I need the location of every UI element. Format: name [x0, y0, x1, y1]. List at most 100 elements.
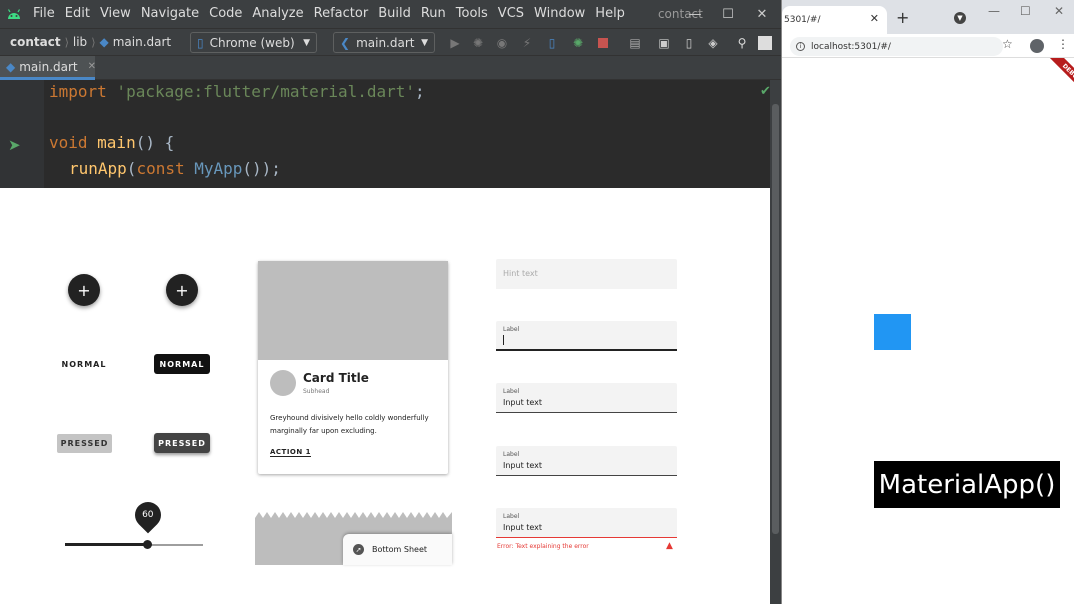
text-field-filled[interactable]: Label Input text [496, 446, 677, 476]
maximize-icon[interactable]: ☐ [711, 0, 745, 28]
maximize-icon[interactable]: ☐ [1020, 4, 1031, 18]
string-literal: 'package:flutter/material.dart' [106, 82, 416, 101]
debug-icon[interactable]: ✺ [469, 34, 487, 52]
hot-reload-icon[interactable]: ⚡ [518, 34, 536, 52]
bottom-sheet[interactable]: ➚ Bottom Sheet [343, 534, 452, 565]
field-label: Label [503, 513, 520, 520]
avatar [270, 370, 296, 396]
gutter [0, 80, 44, 188]
text-button-normal[interactable]: NORMAL [54, 354, 114, 374]
error-text: Error: Text explaining the error [497, 543, 589, 550]
device-selector-label: Chrome (web) [209, 35, 295, 50]
close-tab-icon[interactable]: ✕ [88, 61, 96, 72]
new-tab-icon[interactable]: + [896, 8, 909, 27]
info-icon[interactable]: i [796, 42, 805, 51]
menu-help[interactable]: Help [590, 0, 630, 28]
bookmark-star-icon[interactable]: ☆ [1002, 37, 1013, 51]
run-gutter-icon[interactable]: ➤ [8, 136, 21, 154]
terminal-icon[interactable]: ▣ [655, 34, 673, 52]
text-field-focused[interactable]: Label [496, 321, 677, 351]
menu-code[interactable]: Code [204, 0, 247, 28]
avd-icon[interactable]: ▯ [680, 34, 698, 52]
code-line-main: void main() { [49, 133, 174, 152]
menu-navigate[interactable]: Navigate [136, 0, 204, 28]
url-field[interactable]: i localhost:5301/#/ [790, 37, 1003, 56]
browser-tab[interactable]: 5301/#/ ✕ [782, 6, 887, 34]
breadcrumb-lib[interactable]: lib [69, 35, 91, 49]
dropdown-arrow-icon: ▼ [303, 37, 310, 48]
run-config-selector[interactable]: ❮ main.dart ▼ [333, 32, 435, 53]
address-bar: i localhost:5301/#/ ☆ ⋮ [782, 34, 1074, 58]
tab-label: main.dart [19, 59, 78, 74]
field-value: Input text [503, 523, 543, 532]
menu-analyze[interactable]: Analyze [247, 0, 308, 28]
attach-debugger-icon[interactable]: ✺ [569, 34, 587, 52]
contained-button-pressed[interactable]: PRESSED [154, 433, 210, 453]
close-tab-icon[interactable]: ✕ [870, 12, 879, 25]
profile-avatar-icon[interactable] [1030, 39, 1044, 53]
minimize-icon[interactable]: — [678, 0, 712, 28]
device-manager-icon[interactable]: ▯ [543, 34, 561, 52]
fab-button[interactable]: + [68, 274, 100, 306]
function-name: runApp [69, 159, 127, 178]
tab-search-icon[interactable]: ▼ [954, 12, 966, 24]
slider-value-label: 60 [142, 510, 154, 520]
material-app-label: MaterialApp() [874, 461, 1060, 508]
url-text: localhost:5301/#/ [811, 41, 891, 52]
text-field-input[interactable]: Label Input text [496, 383, 677, 413]
navigation-bar: contact ⟩ lib ⟩ ◆ main.dart ▯ Chrome (we… [0, 28, 781, 56]
menu-build[interactable]: Build [373, 0, 416, 28]
field-underline [496, 412, 677, 413]
keyword: const [136, 159, 185, 178]
code-line-import: import 'package:flutter/material.dart'; [49, 82, 425, 101]
fab-button-pressed[interactable]: + [166, 274, 198, 306]
editor-scrollbar[interactable] [770, 80, 781, 604]
menu-view[interactable]: View [95, 0, 136, 28]
device-selector[interactable]: ▯ Chrome (web) ▼ [190, 32, 317, 53]
menu-window[interactable]: Window [529, 0, 590, 28]
scrollbar-thumb[interactable] [772, 104, 779, 534]
browser-tab-strip: 5301/#/ ✕ + ▼ — ☐ ✕ [782, 0, 1074, 34]
browser-window: 5301/#/ ✕ + ▼ — ☐ ✕ i localhost:5301/#/ … [781, 0, 1074, 604]
blue-square [874, 314, 911, 350]
field-label: Label [503, 451, 520, 458]
slider-fill [65, 543, 148, 546]
menu-refactor[interactable]: Refactor [309, 0, 374, 28]
close-icon[interactable]: ✕ [1054, 4, 1064, 18]
menu-run[interactable]: Run [416, 0, 451, 28]
search-icon[interactable]: ⚲ [733, 34, 751, 52]
text-button-pressed[interactable]: PRESSED [57, 434, 112, 453]
contained-button-normal[interactable]: NORMAL [154, 354, 210, 374]
menu-bar: File Edit View Navigate Code Analyze Ref… [0, 0, 781, 28]
menu-tools[interactable]: Tools [451, 0, 493, 28]
field-label: Label [503, 388, 520, 395]
breadcrumb-file[interactable]: ◆ main.dart [95, 35, 175, 49]
minimize-icon[interactable]: — [988, 4, 1000, 18]
profile-icon[interactable]: ◉ [493, 34, 511, 52]
material-components-preview: + + NORMAL NORMAL PRESSED PRESSED 60 Car… [0, 188, 770, 604]
text-field-hint[interactable]: Hint text [496, 259, 677, 289]
card-body: Greyhound divisively hello coldly wonder… [270, 414, 429, 435]
tab-main-dart[interactable]: ◆ main.dart ✕ [0, 56, 96, 80]
menu-vcs[interactable]: VCS [493, 0, 529, 28]
dart-file-icon: ◆ [6, 59, 16, 74]
slider-thumb[interactable] [143, 540, 153, 549]
run-icon[interactable]: ▶ [446, 34, 464, 52]
account-icon[interactable] [756, 34, 774, 52]
kebab-menu-icon[interactable]: ⋮ [1057, 37, 1069, 51]
card-title: Card Title [303, 371, 369, 385]
breadcrumb-file-label: main.dart [112, 35, 172, 49]
warning-icon: ▲ [666, 541, 673, 551]
android-studio-icon [0, 0, 28, 28]
breadcrumb-project[interactable]: contact [0, 35, 65, 49]
menu-file[interactable]: File [28, 0, 60, 28]
text-field-error[interactable]: Label Input text [496, 508, 677, 538]
close-icon[interactable]: ✕ [745, 0, 779, 28]
code-editor[interactable]: import 'package:flutter/material.dart'; … [0, 80, 781, 188]
debug-banner: DEBUG [1040, 58, 1074, 105]
menu-edit[interactable]: Edit [60, 0, 95, 28]
project-structure-icon[interactable]: ▤ [626, 34, 644, 52]
stop-icon[interactable] [594, 34, 612, 52]
sdk-icon[interactable]: ◈ [704, 34, 722, 52]
card-action-button[interactable]: ACTION 1 [270, 448, 312, 457]
